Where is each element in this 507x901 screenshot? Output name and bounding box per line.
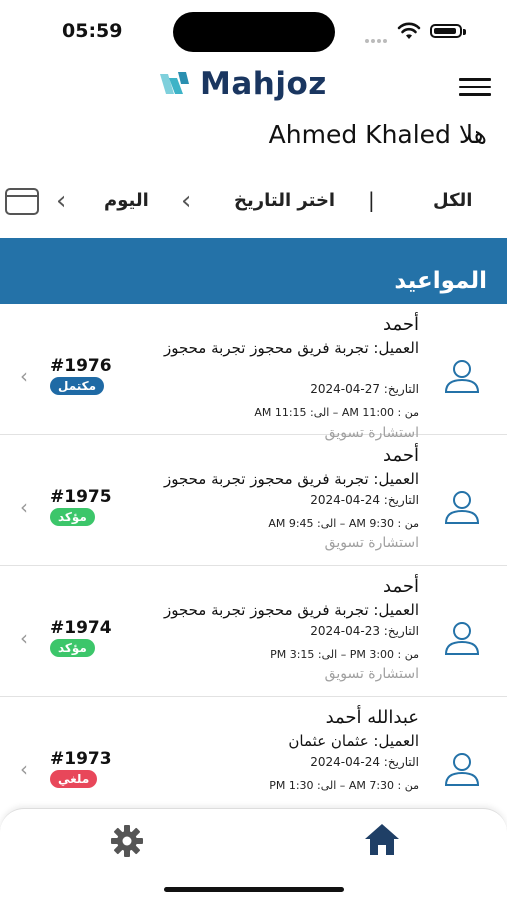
status-badge: مؤكد [50, 508, 95, 526]
battery-icon [430, 24, 462, 38]
appointment-card[interactable]: أحمد العميل: تجربة فريق محجوز تجربة محجو… [0, 435, 507, 566]
logo-mark-icon [160, 72, 189, 94]
service-name: استشارة تسويق [324, 666, 419, 682]
home-icon[interactable] [362, 821, 402, 857]
appointment-date: التاريخ: 23-04-2024 [310, 624, 419, 638]
client-name: العميل: تجربة فريق محجوز تجربة محجوز [163, 470, 419, 488]
previous-day-chevron-icon[interactable]: ‹ [56, 188, 66, 214]
battery-tip [463, 29, 466, 35]
status-badge: مؤكد [50, 639, 95, 657]
all-filter[interactable]: الكل [433, 190, 472, 211]
appointment-time: من : 11:00 AM – الى: 11:15 AM [254, 406, 419, 419]
signal-icon [365, 28, 389, 47]
chevron-left-icon: ‹ [20, 626, 28, 650]
greeting-text: هلا Ahmed Khaled [268, 120, 487, 149]
staff-name: أحمد [383, 576, 419, 597]
appointments-section-header: المواعيد [0, 238, 507, 304]
appointment-card[interactable]: أحمد العميل: تجربة فريق محجوز تجربة محجو… [0, 304, 507, 441]
user-avatar-icon [444, 622, 480, 655]
client-name: العميل: عثمان عثمان [288, 732, 419, 750]
user-avatar-icon [444, 753, 480, 786]
dynamic-island [173, 12, 335, 52]
home-indicator [164, 887, 344, 892]
date-filter-row: ‹ اليوم ‹ اختر التاريخ | الكل [0, 184, 507, 220]
app-logo: Mahjoz [158, 66, 327, 102]
appointment-number: #1973 [50, 749, 112, 769]
bottom-tab-bar [0, 808, 507, 901]
appointment-time: من : 9:30 AM – الى: 9:45 AM [268, 517, 419, 530]
appointment-date: التاريخ: 24-04-2024 [310, 755, 419, 769]
client-name: العميل: تجربة فريق محجوز تجربة محجوز [163, 601, 419, 619]
status-badge: ملغي [50, 770, 98, 788]
calendar-icon[interactable] [4, 186, 40, 216]
appointment-number: #1975 [50, 487, 112, 507]
appointment-date: التاريخ: 24-04-2024 [310, 493, 419, 507]
filter-separator: | [368, 188, 375, 212]
appointment-card[interactable]: عبدالله أحمد العميل: عثمان عثمان التاريخ… [0, 697, 507, 810]
service-name: استشارة تسويق [324, 535, 419, 551]
wifi-icon [397, 22, 421, 39]
appointment-time: من : 3:00 PM – الى: 3:15 PM [270, 648, 419, 661]
appointments-list: أحمد العميل: تجربة فريق محجوز تجربة محجو… [0, 304, 507, 810]
appointment-card[interactable]: أحمد العميل: تجربة فريق محجوز تجربة محجو… [0, 566, 507, 697]
client-name: العميل: تجربة فريق محجوز تجربة محجوز [163, 339, 419, 357]
menu-button[interactable] [459, 78, 491, 98]
choose-date-filter[interactable]: اختر التاريخ [234, 190, 335, 211]
today-filter[interactable]: اليوم [104, 190, 149, 211]
appointment-number: #1976 [50, 356, 112, 376]
appointment-time: من : 7:30 AM – الى: 1:30 PM [269, 779, 419, 792]
chevron-left-icon: ‹ [20, 364, 28, 388]
choose-date-chevron-icon[interactable]: ‹ [181, 188, 191, 214]
chevron-left-icon: ‹ [20, 495, 28, 519]
staff-name: عبدالله أحمد [325, 707, 419, 728]
user-avatar-icon [444, 491, 480, 524]
logo-text: Mahjoz [200, 66, 327, 102]
status-time: 05:59 [62, 20, 123, 42]
chevron-left-icon: ‹ [20, 757, 28, 781]
status-bar: 05:59 [0, 0, 507, 60]
appointment-date: التاريخ: 27-04-2024 [310, 382, 419, 396]
staff-name: أحمد [383, 314, 419, 335]
user-avatar-icon [444, 360, 480, 393]
section-title: المواعيد [394, 268, 487, 294]
status-badge: مكتمل [50, 377, 105, 395]
staff-name: أحمد [383, 445, 419, 466]
appointment-number: #1974 [50, 618, 112, 638]
gear-icon[interactable] [109, 823, 145, 859]
